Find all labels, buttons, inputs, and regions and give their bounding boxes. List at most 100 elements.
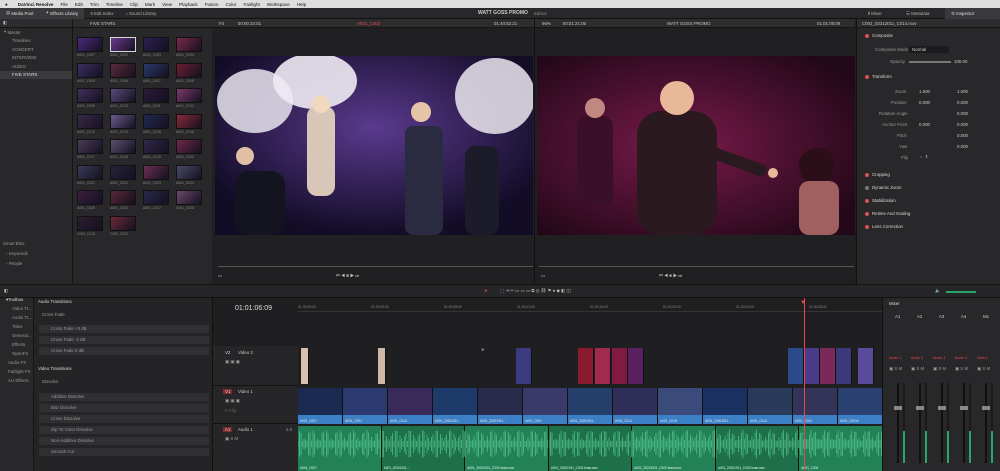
clip-thumbnail[interactable] (77, 190, 103, 205)
timeline-clip[interactable] (301, 348, 309, 384)
effects-category[interactable]: Effects (12, 342, 25, 347)
menu-help[interactable]: Help (297, 2, 306, 7)
timeline-clip[interactable]: A001_20201911... (568, 388, 613, 424)
source-clip-name[interactable]: A001_C002 (357, 21, 380, 26)
mixer-bus-label[interactable]: Main 1 (977, 356, 988, 360)
effects-category[interactable]: Video Tr... (12, 306, 32, 311)
enable-dot-icon[interactable] (865, 198, 869, 203)
timeline-zoom[interactable]: 96% (542, 21, 551, 26)
mixer-fader[interactable] (963, 383, 965, 463)
clip-thumbnail[interactable] (77, 88, 103, 103)
timeline-clip[interactable]: A001_C015 (658, 388, 703, 424)
clip-thumbnail[interactable] (176, 37, 202, 52)
skip-forward-icon[interactable]: ⏭ (678, 273, 682, 278)
mixer-fader-knob[interactable] (916, 406, 924, 410)
audio-clip[interactable]: A001_C004 (799, 426, 883, 471)
clip-thumbnail[interactable] (143, 37, 169, 52)
effect-cross-fade-zero[interactable]: Cross Fade 0 dB (39, 347, 209, 355)
disabled-dot-icon[interactable] (865, 185, 869, 190)
menu-fusion[interactable]: Fusion (205, 2, 219, 7)
clip-thumbnail[interactable] (110, 37, 136, 52)
stabilization-section[interactable]: Stabilization (865, 198, 896, 203)
menu-color[interactable]: Color (225, 2, 236, 7)
lens-correction-section[interactable]: Lens Correction (865, 224, 903, 229)
mixer-fader-knob[interactable] (938, 406, 946, 410)
apple-icon[interactable]: ● (5, 2, 8, 7)
effect-dissolve-item[interactable]: Additive Dissolve (39, 393, 209, 401)
smart-bin-people[interactable]: › People (6, 261, 22, 266)
mixer-bus-label[interactable]: Audio 3 (933, 356, 945, 360)
position-x[interactable]: 0.000 (919, 100, 930, 105)
effects-category[interactable]: Audio FX (8, 360, 26, 365)
effects-category[interactable]: Fairlight FX (8, 369, 30, 374)
audio-clip[interactable]: A001_20201911... (381, 426, 466, 471)
timeline-clip[interactable] (595, 348, 611, 384)
record-view-icon[interactable]: ▭ (541, 273, 548, 278)
bin-item-audio[interactable]: AUDIO (0, 62, 72, 71)
clip-thumbnail[interactable] (110, 139, 136, 154)
bin-item-concert[interactable]: CONCERT (0, 45, 72, 54)
lane-a1[interactable]: A001_C007 A001_20201911... A001_20201911_C… (297, 426, 883, 471)
opacity-value[interactable]: 100.00 (954, 59, 967, 64)
timeline-clip[interactable]: A001_20201911... (433, 388, 478, 424)
panel-toggle-icon[interactable]: ◧ (4, 288, 8, 294)
clip-thumbnail[interactable] (110, 113, 136, 129)
lane-v1[interactable]: A001_C007 A001_C001 A001_C014 A001_20201911… (298, 388, 883, 424)
volume-slider[interactable] (946, 291, 976, 293)
cropping-section[interactable]: Cropping (865, 172, 890, 177)
track-name-a1[interactable]: Audio 1 (238, 427, 253, 432)
mixer-fader[interactable] (919, 383, 921, 463)
clip-thumbnail[interactable] (77, 37, 103, 52)
mixer-fader[interactable] (897, 383, 899, 463)
edit-index-button[interactable]: ≡ Edit Index (84, 8, 119, 19)
mixer-solo-mute-icons[interactable]: ▣ S M (955, 366, 968, 372)
timeline-clip[interactable] (788, 348, 804, 384)
timeline-clip[interactable] (820, 348, 836, 384)
track-name-v2[interactable]: Video 2 (238, 350, 253, 355)
source-view-icon[interactable]: ▭ (218, 273, 225, 278)
timeline-clip[interactable] (516, 348, 532, 384)
clip-thumbnail[interactable] (143, 113, 169, 129)
record-scrubber[interactable] (539, 266, 854, 267)
enable-dot-icon[interactable] (865, 172, 869, 177)
audio-clip[interactable]: A001_20201911_C002.braw.mov (548, 426, 633, 471)
yaw-value[interactable]: 0.000 (957, 144, 968, 149)
bin-item-five-stars[interactable]: FIVE STARS (0, 70, 72, 79)
lane-v2[interactable] (298, 346, 883, 386)
mixer-button[interactable]: ⫴ Mixer (862, 8, 888, 19)
menu-workspace[interactable]: Workspace (267, 2, 290, 7)
composite-section[interactable]: Composite (865, 33, 893, 38)
timeline-name[interactable]: WATT GOSS PROMO (667, 21, 711, 26)
timeline-ruler[interactable]: 01:00:00:00 01:00:04:00 01:00:08:00 01:00:1… (298, 298, 900, 312)
source-zoom[interactable]: Fit (219, 21, 224, 26)
clip-thumbnail[interactable] (77, 139, 103, 154)
timeline-clip[interactable] (578, 348, 594, 384)
selection-tool-icon[interactable]: ➤ (484, 288, 488, 294)
pitch-value[interactable]: 0.000 (957, 133, 968, 138)
metadata-button[interactable]: ☰ Metadata (900, 8, 935, 19)
clip-thumbnail[interactable] (176, 88, 202, 103)
position-y[interactable]: 0.000 (957, 100, 968, 105)
effect-cross-fade-plus3[interactable]: Cross Fade +3 dB (39, 325, 209, 333)
clip-thumbnail[interactable] (143, 164, 169, 180)
clip-thumbnail[interactable] (143, 139, 169, 154)
mixer-fader[interactable] (941, 383, 943, 463)
source-frame[interactable] (215, 56, 533, 235)
timeline-clip[interactable] (836, 348, 852, 384)
clip-thumbnail[interactable] (77, 164, 103, 180)
mixer-solo-mute-icons[interactable]: ▣ S M (933, 366, 946, 372)
anchor-x[interactable]: 0.000 (919, 122, 930, 127)
clip-thumbnail[interactable] (176, 164, 202, 180)
zoom-x[interactable]: 1.000 (919, 89, 930, 94)
record-frame[interactable] (537, 56, 855, 235)
effect-dissolve-item[interactable]: Smooth Cut (39, 448, 209, 456)
timeline-clip[interactable]: A001_20201911... (703, 388, 748, 424)
timeline-clip[interactable] (612, 348, 628, 384)
mixer-fader-knob[interactable] (982, 406, 990, 410)
smart-bin-keywords[interactable]: › Keywords (6, 251, 28, 256)
audio-clip[interactable]: A001_20201911_C002.braw.mov (631, 426, 716, 471)
timeline-clip[interactable]: A001_C014 (613, 388, 658, 424)
dynamic-zoom-section[interactable]: Dynamic Zoom (865, 185, 902, 190)
opacity-slider[interactable] (909, 61, 951, 63)
timeline-clip[interactable] (858, 348, 874, 384)
